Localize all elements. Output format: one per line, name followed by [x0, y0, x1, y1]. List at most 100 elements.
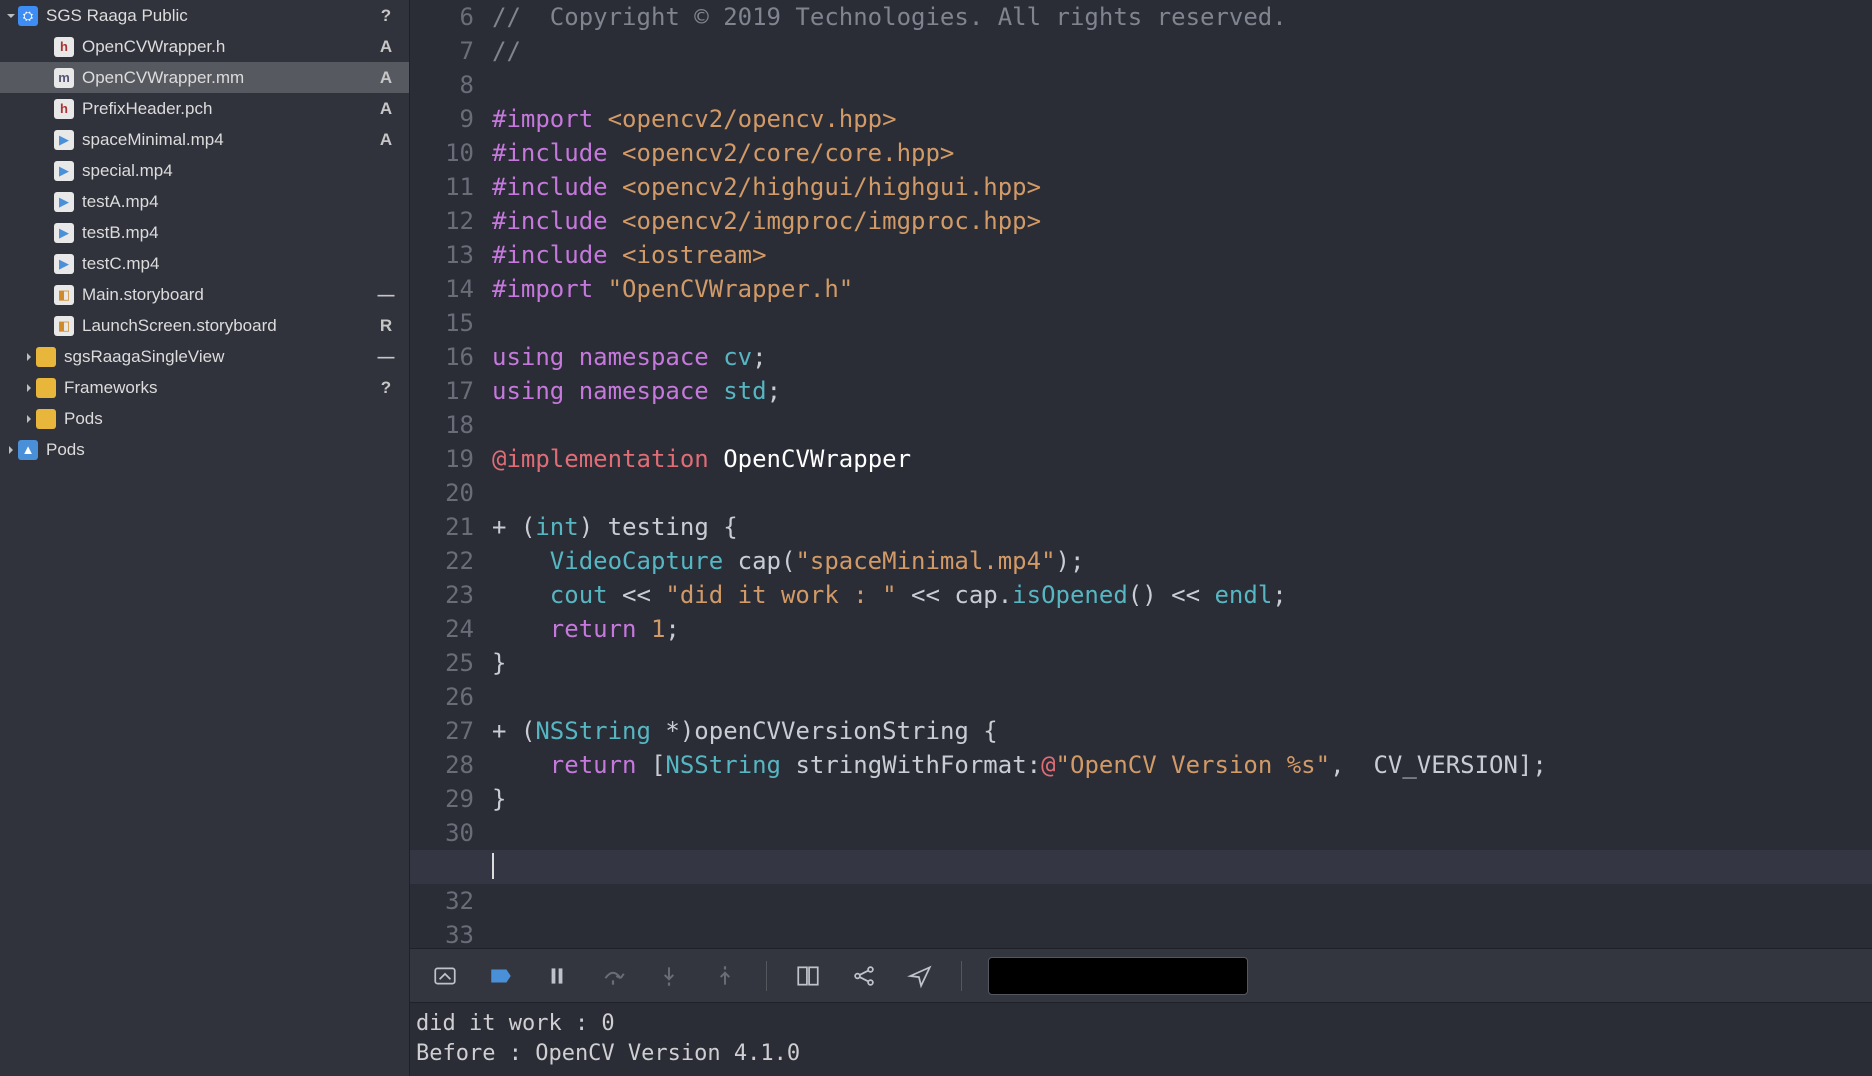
- code-line[interactable]: VideoCapture cap("spaceMinimal.mp4");: [488, 544, 1872, 578]
- code-line[interactable]: [488, 306, 1872, 340]
- tree-item[interactable]: ▶testC.mp4: [0, 248, 409, 279]
- code-line[interactable]: //: [488, 34, 1872, 68]
- tree-item[interactable]: ▶special.mp4: [0, 155, 409, 186]
- tree-item[interactable]: Frameworks?: [0, 372, 409, 403]
- tree-item-label: spaceMinimal.mp4: [82, 130, 375, 150]
- tree-item-label: PrefixHeader.pch: [82, 99, 375, 119]
- tree-item[interactable]: ◧LaunchScreen.storyboardR: [0, 310, 409, 341]
- step-over-icon[interactable]: [598, 961, 628, 991]
- folder-icon: [36, 378, 56, 398]
- tree-item-label: special.mp4: [82, 161, 375, 181]
- code-line[interactable]: }: [488, 782, 1872, 816]
- line-number: 25: [410, 646, 488, 680]
- debug-toolbar: [410, 948, 1872, 1002]
- tree-item[interactable]: ▶ spaceMinimal.mp4A: [0, 124, 409, 155]
- code-line[interactable]: cout << "did it work : " << cap.isOpened…: [488, 578, 1872, 612]
- location-icon[interactable]: [905, 961, 935, 991]
- line-number: 32: [410, 884, 488, 918]
- scm-status-badge: A: [375, 37, 397, 57]
- pause-icon[interactable]: [542, 961, 572, 991]
- h-icon: h: [54, 99, 74, 119]
- mov-icon: ▶: [54, 130, 74, 150]
- code-line[interactable]: #include <iostream>: [488, 238, 1872, 272]
- mov-icon: ▶: [54, 192, 74, 212]
- tree-item[interactable]: ◧Main.storyboard—: [0, 279, 409, 310]
- tree-item[interactable]: Pods: [0, 403, 409, 434]
- chevron-right-icon[interactable]: [4, 443, 18, 457]
- code-line[interactable]: #include <opencv2/core/core.hpp>: [488, 136, 1872, 170]
- line-number: 17: [410, 374, 488, 408]
- tree-item[interactable]: ▶ testA.mp4: [0, 186, 409, 217]
- tree-item-label: Pods: [64, 409, 375, 429]
- code-line[interactable]: #import "OpenCVWrapper.h": [488, 272, 1872, 306]
- folder-icon: [36, 409, 56, 429]
- scm-status-badge: A: [375, 68, 397, 88]
- toggle-console-icon[interactable]: [430, 961, 460, 991]
- code-line[interactable]: #include <opencv2/highgui/highgui.hpp>: [488, 170, 1872, 204]
- line-number: 10: [410, 136, 488, 170]
- toolbar-separator: [766, 961, 767, 991]
- step-into-icon[interactable]: [654, 961, 684, 991]
- code-line[interactable]: [488, 850, 1872, 884]
- h-icon: h: [54, 37, 74, 57]
- tree-item[interactable]: ▶testB.mp4: [0, 217, 409, 248]
- chevron-down-icon[interactable]: [4, 9, 18, 23]
- file-tree: ⛭ SGS Raaga Public ? hOpenCVWrapper.hAmO…: [0, 0, 409, 465]
- code-line[interactable]: [488, 918, 1872, 948]
- code-editor[interactable]: 6789101112131415161718192021222324252627…: [410, 0, 1872, 948]
- debug-process-field[interactable]: [988, 957, 1248, 995]
- line-number: 14: [410, 272, 488, 306]
- code-line[interactable]: [488, 68, 1872, 102]
- code-line[interactable]: + (NSString *)openCVVersionString {: [488, 714, 1872, 748]
- tree-item-label: OpenCVWrapper.mm: [82, 68, 375, 88]
- code-line[interactable]: return 1;: [488, 612, 1872, 646]
- code-line[interactable]: [488, 884, 1872, 918]
- chevron-right-icon[interactable]: [22, 350, 36, 364]
- memory-graph-icon[interactable]: [849, 961, 879, 991]
- code-line[interactable]: using namespace cv;: [488, 340, 1872, 374]
- code-line[interactable]: #include <opencv2/imgproc/imgproc.hpp>: [488, 204, 1872, 238]
- code-line[interactable]: using namespace std;: [488, 374, 1872, 408]
- code-body[interactable]: // Copyright © 2019 Technologies. All ri…: [488, 0, 1872, 948]
- editor-area: 6789101112131415161718192021222324252627…: [410, 0, 1872, 1076]
- code-line[interactable]: [488, 408, 1872, 442]
- project-navigator[interactable]: ⛭ SGS Raaga Public ? hOpenCVWrapper.hAmO…: [0, 0, 410, 1076]
- tree-item[interactable]: sgsRaagaSingleView—: [0, 341, 409, 372]
- view-debugger-icon[interactable]: [793, 961, 823, 991]
- step-out-icon[interactable]: [710, 961, 740, 991]
- chevron-right-icon[interactable]: [22, 381, 36, 395]
- line-number: 13: [410, 238, 488, 272]
- code-line[interactable]: return [NSString stringWithFormat:@"Open…: [488, 748, 1872, 782]
- breakpoints-icon[interactable]: [486, 961, 516, 991]
- line-number: 20: [410, 476, 488, 510]
- line-number: 29: [410, 782, 488, 816]
- tree-root[interactable]: ⛭ SGS Raaga Public ?: [0, 0, 409, 31]
- code-line[interactable]: }: [488, 646, 1872, 680]
- sb-icon: ◧: [54, 285, 74, 305]
- line-number: 6: [410, 0, 488, 34]
- code-line[interactable]: [488, 816, 1872, 850]
- line-number: 18: [410, 408, 488, 442]
- line-number: 15: [410, 306, 488, 340]
- line-number: 11: [410, 170, 488, 204]
- project-icon: ⛭: [18, 6, 38, 26]
- code-line[interactable]: // Copyright © 2019 Technologies. All ri…: [488, 0, 1872, 34]
- console-output[interactable]: did it work : 0 Before : OpenCV Version …: [410, 1002, 1872, 1076]
- code-line[interactable]: #import <opencv2/opencv.hpp>: [488, 102, 1872, 136]
- mov-icon: ▶: [54, 254, 74, 274]
- tree-item-label: testA.mp4: [82, 192, 375, 212]
- text-cursor: [492, 853, 494, 879]
- code-line[interactable]: [488, 476, 1872, 510]
- scm-status-badge: —: [375, 285, 397, 305]
- tree-item[interactable]: ▲Pods: [0, 434, 409, 465]
- code-line[interactable]: [488, 680, 1872, 714]
- tree-item[interactable]: mOpenCVWrapper.mmA: [0, 62, 409, 93]
- tree-item[interactable]: hOpenCVWrapper.hA: [0, 31, 409, 62]
- folder-icon: [36, 347, 56, 367]
- tree-item-label: Frameworks: [64, 378, 375, 398]
- chevron-right-icon[interactable]: [22, 412, 36, 426]
- tree-item[interactable]: hPrefixHeader.pchA: [0, 93, 409, 124]
- code-line[interactable]: + (int) testing {: [488, 510, 1872, 544]
- scm-status-badge: A: [375, 130, 397, 150]
- code-line[interactable]: @implementation OpenCVWrapper: [488, 442, 1872, 476]
